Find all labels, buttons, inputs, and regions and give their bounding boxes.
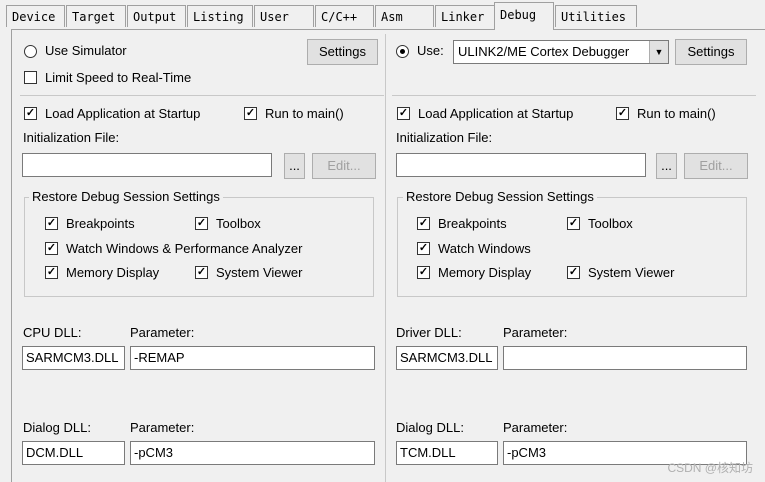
tab-asm[interactable]: Asm	[375, 5, 434, 27]
simulator-settings-button[interactable]: Settings	[307, 39, 378, 65]
tab-listing[interactable]: Listing	[187, 5, 253, 27]
radio-selected-dot	[400, 49, 405, 54]
left-memory-display-label: Memory Display	[66, 265, 160, 280]
right-run-to-main-label: Run to main()	[637, 106, 716, 121]
left-system-viewer-label: System Viewer	[216, 265, 303, 280]
left-run-to-main-checkbox[interactable]: ✓	[244, 107, 257, 120]
right-system-viewer-checkbox[interactable]: ✓	[567, 266, 580, 279]
limit-speed-checkbox[interactable]	[24, 71, 37, 84]
left-init-file-label: Initialization File:	[23, 130, 120, 145]
driver-dll-label: Driver DLL:	[396, 325, 462, 340]
left-run-to-main-label: Run to main()	[265, 106, 344, 121]
right-memory-display-label: Memory Display	[438, 265, 532, 280]
left-init-file-browse-button[interactable]: ...	[284, 153, 305, 179]
right-load-app-label: Load Application at Startup	[418, 106, 574, 121]
left-load-app-checkbox[interactable]: ✓	[24, 107, 37, 120]
limit-speed-label: Limit Speed to Real-Time	[45, 70, 192, 85]
cpu-parameter-label: Parameter:	[130, 325, 195, 340]
use-simulator-radio[interactable]	[24, 45, 37, 58]
use-simulator-label: Use Simulator	[45, 43, 127, 58]
left-dialog-parameter-input[interactable]: -pCM3	[130, 441, 375, 465]
right-system-viewer-label: System Viewer	[588, 265, 675, 280]
left-toolbox-label: Toolbox	[216, 216, 261, 231]
right-watch-windows-checkbox[interactable]: ✓	[417, 242, 430, 255]
left-load-app-label: Load Application at Startup	[45, 106, 201, 121]
right-init-file-browse-button[interactable]: ...	[656, 153, 677, 179]
right-dialog-dll-input[interactable]: TCM.DLL	[396, 441, 498, 465]
right-memory-display-checkbox[interactable]: ✓	[417, 266, 430, 279]
watermark: CSDN @核知坊	[667, 461, 753, 475]
tab-output[interactable]: Output	[127, 5, 186, 27]
right-toolbox-checkbox[interactable]: ✓	[567, 217, 580, 230]
right-load-app-checkbox[interactable]: ✓	[397, 107, 410, 120]
right-init-file-label: Initialization File:	[396, 130, 493, 145]
left-breakpoints-checkbox[interactable]: ✓	[45, 217, 58, 230]
left-toolbox-checkbox[interactable]: ✓	[195, 217, 208, 230]
cpu-dll-label: CPU DLL:	[23, 325, 82, 340]
cpu-dll-input[interactable]: SARMCM3.DLL	[22, 346, 125, 370]
left-dialog-dll-label: Dialog DLL:	[23, 420, 91, 435]
left-watch-windows-label: Watch Windows & Performance Analyzer	[66, 241, 303, 256]
tab-utilities[interactable]: Utilities	[555, 5, 637, 27]
left-system-viewer-checkbox[interactable]: ✓	[195, 266, 208, 279]
tab-user[interactable]: User	[254, 5, 314, 27]
cpu-parameter-input[interactable]: -REMAP	[130, 346, 375, 370]
column-divider	[385, 34, 386, 482]
tab-device[interactable]: Device	[6, 5, 65, 27]
left-watch-windows-checkbox[interactable]: ✓	[45, 242, 58, 255]
driver-parameter-input[interactable]	[503, 346, 747, 370]
right-toolbox-label: Toolbox	[588, 216, 633, 231]
tab-target[interactable]: Target	[66, 5, 126, 27]
left-init-file-edit-button[interactable]: Edit...	[312, 153, 376, 179]
tab-linker[interactable]: Linker	[435, 5, 495, 27]
left-restore-title: Restore Debug Session Settings	[29, 189, 223, 204]
right-dialog-parameter-label: Parameter:	[503, 420, 568, 435]
tab-debug[interactable]: Debug	[494, 2, 554, 30]
debugger-select-value: ULINK2/ME Cortex Debugger	[458, 44, 630, 59]
debugger-select[interactable]: ULINK2/ME Cortex Debugger ▼	[453, 40, 669, 64]
right-init-file-input[interactable]	[396, 153, 646, 177]
left-breakpoints-label: Breakpoints	[66, 216, 135, 231]
driver-parameter-label: Parameter:	[503, 325, 568, 340]
right-watch-windows-label: Watch Windows	[438, 241, 531, 256]
right-section-divider	[392, 95, 756, 96]
right-breakpoints-checkbox[interactable]: ✓	[417, 217, 430, 230]
tab-strip: Device Target Output Listing User C/C++ …	[0, 0, 765, 30]
left-section-divider	[20, 95, 384, 96]
left-dialog-dll-input[interactable]: DCM.DLL	[22, 441, 125, 465]
use-debugger-label: Use:	[417, 43, 444, 58]
chevron-down-icon[interactable]: ▼	[649, 41, 668, 63]
left-dialog-parameter-label: Parameter:	[130, 420, 195, 435]
left-init-file-input[interactable]	[22, 153, 272, 177]
debugger-settings-button[interactable]: Settings	[675, 39, 747, 65]
tab-c-cpp[interactable]: C/C++	[315, 5, 374, 27]
left-memory-display-checkbox[interactable]: ✓	[45, 266, 58, 279]
right-init-file-edit-button[interactable]: Edit...	[684, 153, 748, 179]
right-run-to-main-checkbox[interactable]: ✓	[616, 107, 629, 120]
right-dialog-dll-label: Dialog DLL:	[396, 420, 464, 435]
right-restore-title: Restore Debug Session Settings	[403, 189, 597, 204]
use-debugger-radio[interactable]	[396, 45, 409, 58]
right-breakpoints-label: Breakpoints	[438, 216, 507, 231]
driver-dll-input[interactable]: SARMCM3.DLL	[396, 346, 498, 370]
